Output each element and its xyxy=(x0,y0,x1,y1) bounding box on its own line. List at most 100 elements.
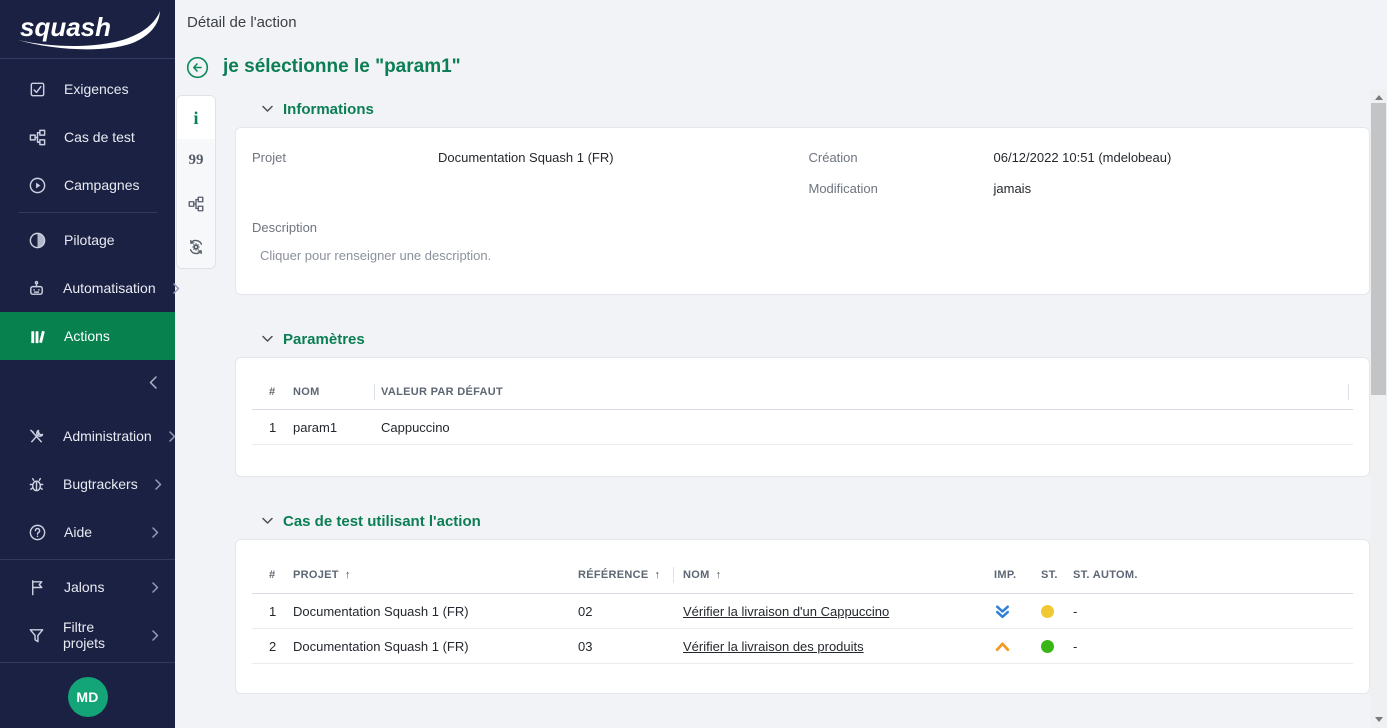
case-link[interactable]: Vérifier la livraison d'un Cappuccino xyxy=(683,604,889,619)
section-title: Informations xyxy=(283,101,374,118)
tab-comments[interactable]: 99 xyxy=(177,139,215,182)
back-button[interactable] xyxy=(186,56,209,79)
sidebar-item-filtre-projets[interactable]: Filtre projets xyxy=(0,611,175,659)
robot-icon xyxy=(27,278,46,298)
chevron-right-icon xyxy=(152,630,159,641)
chevron-right-icon xyxy=(152,582,159,593)
case-project: Documentation Squash 1 (FR) xyxy=(293,604,578,619)
tools-icon xyxy=(27,426,46,446)
col-header-valeur: VALEUR PAR DÉFAUT xyxy=(374,386,1353,398)
sort-asc-icon: ↑ xyxy=(655,569,661,581)
table-row[interactable]: 2 Documentation Squash 1 (FR) 03 Vérifie… xyxy=(252,629,1353,664)
bug-icon xyxy=(27,474,46,494)
play-circle-icon xyxy=(27,175,47,195)
col-header-num: # xyxy=(252,569,293,581)
section-title: Paramètres xyxy=(283,331,365,348)
requirements-icon xyxy=(27,79,47,99)
sidebar-item-aide[interactable]: Aide xyxy=(0,508,175,556)
sidebar-item-label: Automatisation xyxy=(63,280,156,296)
scrollbar[interactable] xyxy=(1370,90,1387,728)
description-label: Description xyxy=(252,216,1353,238)
triangle-up-icon xyxy=(1375,95,1383,100)
col-header-projet[interactable]: PROJET↑ xyxy=(293,569,578,581)
sidebar-item-campagnes[interactable]: Campagnes xyxy=(0,161,175,209)
modification-label: Modification xyxy=(809,181,994,196)
scrollbar-thumb[interactable] xyxy=(1371,103,1386,395)
col-header-reference[interactable]: RÉFÉRENCE↑ xyxy=(578,569,673,581)
col-header-st: ST. xyxy=(1041,569,1073,581)
chevron-down-icon xyxy=(262,335,273,343)
sidebar-item-cas-de-test[interactable]: Cas de test xyxy=(0,113,175,161)
title-row: je sélectionne le "param1" xyxy=(175,44,1387,90)
divider xyxy=(0,662,175,663)
param-default-value[interactable]: Cappuccino xyxy=(374,420,1353,435)
sidebar-item-administration[interactable]: Administration xyxy=(0,412,175,460)
content-row: i 99 Informations xyxy=(175,90,1387,728)
importance-low-icon xyxy=(994,603,1011,620)
info-icon: i xyxy=(193,109,198,127)
case-reference: 02 xyxy=(578,604,673,619)
chevron-down-icon xyxy=(262,517,273,525)
projet-label: Projet xyxy=(252,150,438,165)
section-cas-de-test-header[interactable]: Cas de test utilisant l'action xyxy=(235,510,1370,532)
svg-text:squash: squash xyxy=(20,12,111,42)
section-parametres-header[interactable]: Paramètres xyxy=(235,328,1370,350)
sidebar-item-label: Bugtrackers xyxy=(63,476,138,492)
sidebar-item-label: Pilotage xyxy=(64,232,115,248)
table-row[interactable]: 1 param1 Cappuccino xyxy=(252,410,1353,445)
sidebar-item-label: Administration xyxy=(63,428,152,444)
sidebar-item-jalons[interactable]: Jalons xyxy=(0,563,175,611)
tab-tree[interactable] xyxy=(177,182,215,225)
sync-gear-icon xyxy=(187,238,205,256)
sidebar-item-label: Exigences xyxy=(64,81,129,97)
library-books-icon xyxy=(27,326,47,346)
param-index: 1 xyxy=(252,420,293,435)
tab-automation[interactable] xyxy=(177,225,215,268)
sidebar-bottom-group: Jalons Filtre projets MD xyxy=(0,556,175,728)
col-header-nom[interactable]: NOM↑ xyxy=(673,569,988,581)
cas-de-test-panel: # PROJET↑ RÉFÉRENCE↑ NOM↑ IMP. ST. ST. A… xyxy=(235,539,1370,694)
sidebar-item-pilotage[interactable]: Pilotage xyxy=(0,216,175,264)
chevron-right-icon xyxy=(155,479,162,490)
sidebar-nav: Exigences Cas de test Campagnes Pilotage xyxy=(0,59,175,556)
sidebar-item-actions[interactable]: Actions xyxy=(0,312,175,360)
chevron-left-icon xyxy=(149,376,157,389)
cases-table-header: # PROJET↑ RÉFÉRENCE↑ NOM↑ IMP. ST. ST. A… xyxy=(252,556,1353,594)
quote-icon: 99 xyxy=(189,153,204,168)
case-reference: 03 xyxy=(578,639,673,654)
sidebar-item-bugtrackers[interactable]: Bugtrackers xyxy=(0,460,175,508)
projet-value: Documentation Squash 1 (FR) xyxy=(438,150,614,165)
funnel-icon xyxy=(27,625,46,645)
sidebar-item-automatisation[interactable]: Automatisation xyxy=(0,264,175,312)
squash-logo[interactable]: squash xyxy=(0,0,175,59)
scroll-down-button[interactable] xyxy=(1370,712,1387,726)
parametres-panel: # NOM VALEUR PAR DÉFAUT 1 param1 Cappucc… xyxy=(235,357,1370,477)
sidebar-collapse-button[interactable] xyxy=(0,360,175,404)
divider xyxy=(18,212,157,213)
description-placeholder[interactable]: Cliquer pour renseigner une description. xyxy=(252,248,1353,263)
param-name[interactable]: param1 xyxy=(293,420,374,435)
section-title: Cas de test utilisant l'action xyxy=(283,513,481,530)
table-row[interactable]: 1 Documentation Squash 1 (FR) 02 Vérifie… xyxy=(252,594,1353,629)
creation-label: Création xyxy=(809,150,994,165)
back-arrow-icon xyxy=(186,56,209,79)
tab-informations[interactable]: i xyxy=(177,96,215,139)
col-header-imp: IMP. xyxy=(988,569,1041,581)
sidebar-item-exigences[interactable]: Exigences xyxy=(0,65,175,113)
chevron-down-icon xyxy=(262,105,273,113)
section-informations-header[interactable]: Informations xyxy=(235,98,1370,120)
content: Informations Projet Documentation Squash… xyxy=(235,90,1370,728)
sidebar-item-label: Campagnes xyxy=(64,177,140,193)
avatar[interactable]: MD xyxy=(68,677,108,717)
triangle-down-icon xyxy=(1375,717,1383,722)
status-icon xyxy=(1041,605,1054,618)
parametres-table-header: # NOM VALEUR PAR DÉFAUT xyxy=(252,374,1353,410)
page-title: je sélectionne le "param1" xyxy=(223,56,461,78)
divider xyxy=(0,559,175,560)
scroll-up-button[interactable] xyxy=(1370,90,1387,104)
sidebar-item-label: Filtre projets xyxy=(63,619,135,651)
modification-value: jamais xyxy=(994,181,1032,196)
case-link[interactable]: Vérifier la livraison des produits xyxy=(683,639,864,654)
creation-value: 06/12/2022 10:51 (mdelobeau) xyxy=(994,150,1172,165)
topbar: Détail de l'action xyxy=(175,0,1387,44)
